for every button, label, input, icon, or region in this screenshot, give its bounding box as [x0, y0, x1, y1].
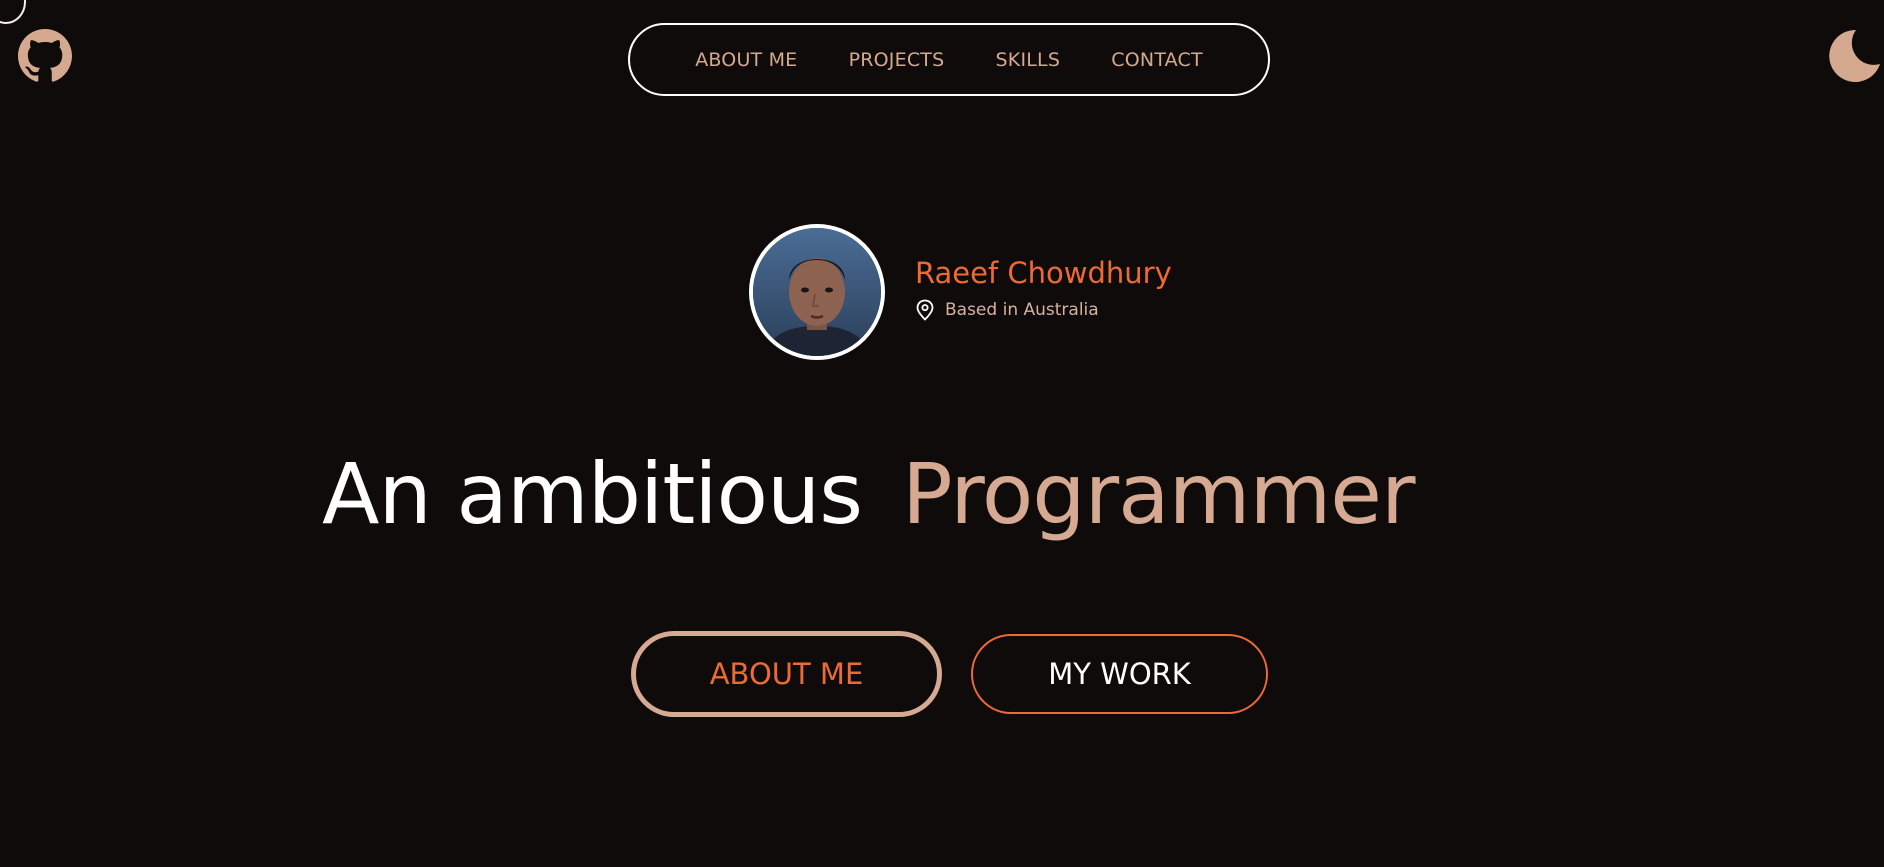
- github-icon[interactable]: [18, 29, 72, 83]
- profile-text: Raeef Chowdhury Based in Australia: [915, 255, 1172, 321]
- main-nav: ABOUT ME PROJECTS SKILLS CONTACT: [628, 23, 1270, 96]
- nav-item-skills[interactable]: SKILLS: [996, 49, 1061, 71]
- profile-location: Based in Australia: [915, 299, 1172, 321]
- headline-lead: An ambitious: [322, 445, 863, 543]
- nav-item-projects[interactable]: PROJECTS: [849, 49, 945, 71]
- moon-icon[interactable]: [1826, 26, 1882, 82]
- map-pin-icon: [915, 299, 935, 321]
- profile-block: Raeef Chowdhury Based in Australia: [749, 224, 1172, 360]
- location-text: Based in Australia: [945, 300, 1099, 320]
- nav-item-about-me[interactable]: ABOUT ME: [695, 49, 797, 71]
- nav-item-contact[interactable]: CONTACT: [1111, 49, 1203, 71]
- portfolio-page: ABOUT ME PROJECTS SKILLS CONTACT Raeef C…: [0, 0, 1884, 867]
- headline-accent: Programmer: [902, 445, 1415, 543]
- profile-name: Raeef Chowdhury: [915, 256, 1172, 290]
- my-work-button[interactable]: MY WORK: [971, 634, 1268, 714]
- hero-headline: An ambitious Programmer: [322, 444, 1416, 544]
- avatar: [749, 224, 885, 360]
- about-me-button[interactable]: ABOUT ME: [631, 631, 942, 717]
- cursor-ring: [0, 0, 26, 24]
